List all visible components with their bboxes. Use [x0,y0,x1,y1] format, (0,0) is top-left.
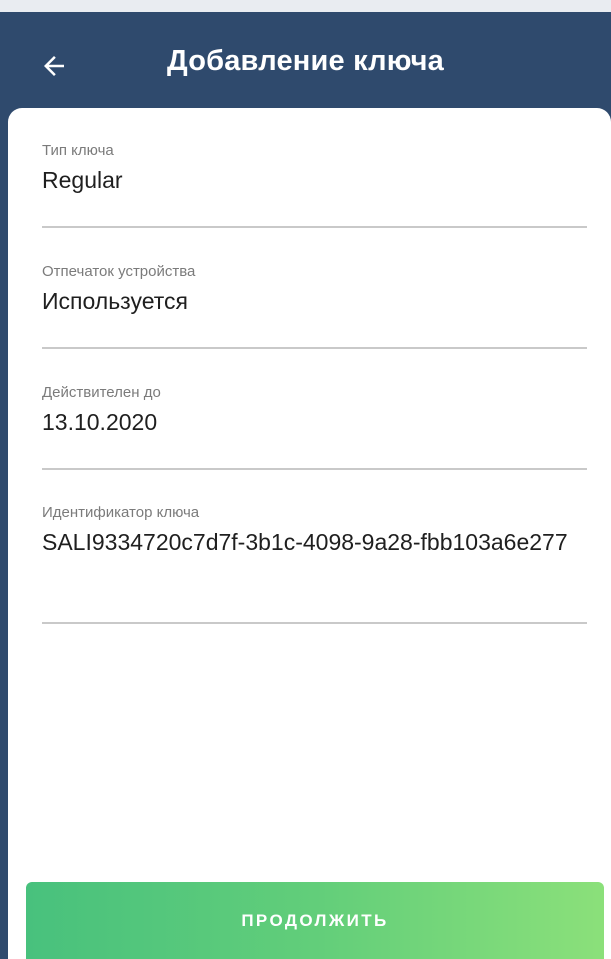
valid-until-value: 13.10.2020 [42,409,158,435]
key-type-label: Тип ключа [42,142,114,159]
form-sheet: Тип ключа Regular Отпечаток устройства И… [8,108,611,959]
device-fingerprint-value: Используется [42,288,188,314]
key-id-label: Идентификатор ключа [42,504,200,521]
page-title: Добавление ключа [166,45,445,77]
device-fingerprint-label: Отпечаток устройства [42,263,196,280]
field-underline [42,347,587,349]
valid-until-field[interactable]: Действителен до 13.10.2020 [42,384,587,470]
continue-button[interactable]: ПРОДОЛЖИТЬ [26,882,604,959]
add-key-screen: Добавление ключа Тип ключа Regular Отпеч… [0,0,611,959]
key-id-field[interactable]: Идентификатор ключа SALI9334720c7d7f-3b1… [42,504,587,624]
field-underline [42,226,587,228]
field-underline [42,622,587,624]
status-bar-area [0,0,611,12]
field-underline [42,468,587,470]
key-id-value: SALI9334720c7d7f-3b1c-4098-9a28-fbb103a6… [42,529,568,555]
continue-button-label: ПРОДОЛЖИТЬ [241,911,389,930]
key-type-field[interactable]: Тип ключа Regular [42,142,587,228]
valid-until-label: Действителен до [42,384,161,401]
device-fingerprint-field[interactable]: Отпечаток устройства Используется [42,263,587,349]
key-type-value: Regular [42,167,123,193]
